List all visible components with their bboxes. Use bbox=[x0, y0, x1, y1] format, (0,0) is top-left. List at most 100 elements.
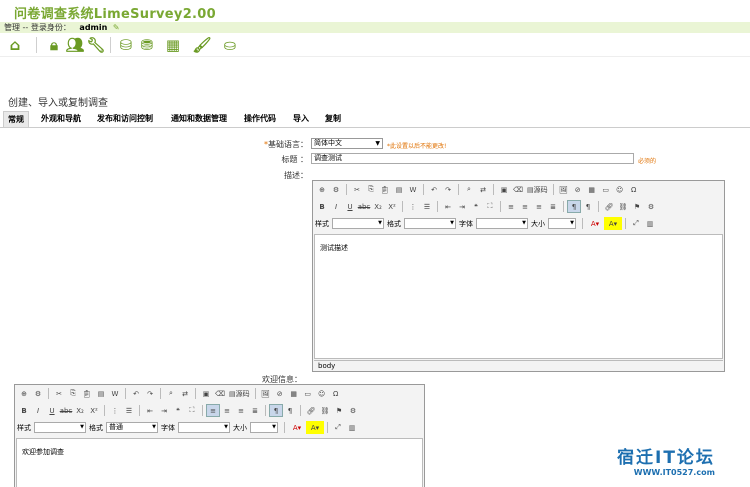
unlink-icon[interactable]: ⛓ bbox=[318, 404, 332, 417]
ltr-icon[interactable]: ¶ bbox=[567, 200, 581, 213]
cut-icon[interactable]: ✂ bbox=[350, 183, 364, 196]
home-icon[interactable]: ⌂ bbox=[6, 36, 24, 54]
size-select[interactable]: ▼ bbox=[548, 218, 576, 229]
base-language-select[interactable]: 简体中文 ▼ bbox=[311, 138, 383, 149]
align-right-icon[interactable]: ≡ bbox=[532, 200, 546, 213]
hr-icon[interactable]: ▭ bbox=[301, 387, 315, 400]
numbered-list-icon[interactable]: ⋮ bbox=[108, 404, 122, 417]
format-select[interactable]: 普通 ▼ bbox=[106, 422, 158, 433]
tab-publish[interactable]: 发布和访问控制 bbox=[93, 111, 157, 127]
superscript-icon[interactable]: X² bbox=[87, 404, 101, 417]
anchor-icon[interactable]: ⚑ bbox=[630, 200, 644, 213]
wrench-icon[interactable]: 🔧︎ bbox=[86, 36, 105, 54]
indent-icon[interactable]: ⇥ bbox=[157, 404, 171, 417]
smiley-icon[interactable]: ☺ bbox=[315, 387, 329, 400]
paste-icon[interactable]: 📋︎ bbox=[80, 387, 94, 400]
replace-icon[interactable]: ⇄ bbox=[476, 183, 490, 196]
tab-appearance[interactable]: 外观和导航 bbox=[37, 111, 85, 127]
bullet-list-icon[interactable]: ☰ bbox=[420, 200, 434, 213]
link-icon[interactable]: 🔗︎ bbox=[304, 404, 318, 417]
templates-icon[interactable]: ⚙ bbox=[329, 183, 343, 196]
paste-word-icon[interactable]: W bbox=[108, 387, 122, 400]
div-icon[interactable]: ⛶ bbox=[483, 200, 497, 213]
undo-icon[interactable]: ↶ bbox=[129, 387, 143, 400]
underline-icon[interactable]: U bbox=[45, 404, 59, 417]
indent-icon[interactable]: ⇥ bbox=[455, 200, 469, 213]
find-icon[interactable]: ⌕ bbox=[164, 387, 178, 400]
ltr-icon[interactable]: ¶ bbox=[269, 404, 283, 417]
bg-color-icon[interactable]: A▾ bbox=[604, 217, 622, 230]
justify-icon[interactable]: ≣ bbox=[248, 404, 262, 417]
templates-icon[interactable]: ⚙ bbox=[31, 387, 45, 400]
flash-icon[interactable]: ⊘ bbox=[273, 387, 287, 400]
hr-icon[interactable]: ▭ bbox=[599, 183, 613, 196]
font-combo[interactable]: 字体 ▼ bbox=[459, 218, 528, 229]
copy-icon[interactable]: ⎘ bbox=[66, 387, 80, 400]
settings-icon[interactable]: ⚙ bbox=[346, 404, 360, 417]
paste-text-icon[interactable]: ▤ bbox=[392, 183, 406, 196]
source-button[interactable]: ▤ 源码 bbox=[227, 387, 252, 400]
bold-icon[interactable]: B bbox=[17, 404, 31, 417]
size-combo[interactable]: 大小 ▼ bbox=[531, 218, 576, 229]
underline-icon[interactable]: U bbox=[343, 200, 357, 213]
tab-import[interactable]: 导入 bbox=[289, 111, 313, 127]
redo-icon[interactable]: ↷ bbox=[441, 183, 455, 196]
numbered-list-icon[interactable]: ⋮ bbox=[406, 200, 420, 213]
remove-format-icon[interactable]: ⌫ bbox=[511, 183, 525, 196]
superscript-icon[interactable]: X² bbox=[385, 200, 399, 213]
link-icon[interactable]: 🔗︎ bbox=[602, 200, 616, 213]
strike-icon[interactable]: abc bbox=[357, 200, 371, 213]
blockquote-icon[interactable]: ❝ bbox=[469, 200, 483, 213]
anchor-icon[interactable]: ⚑ bbox=[332, 404, 346, 417]
cut-icon[interactable]: ✂ bbox=[52, 387, 66, 400]
smiley-icon[interactable]: ☺ bbox=[613, 183, 627, 196]
div-icon[interactable]: ⛶ bbox=[185, 404, 199, 417]
justify-icon[interactable]: ≣ bbox=[546, 200, 560, 213]
rtl-icon[interactable]: ¶ bbox=[283, 404, 297, 417]
rtl-icon[interactable]: ¶ bbox=[581, 200, 595, 213]
bullet-list-icon[interactable]: ☰ bbox=[122, 404, 136, 417]
font-select[interactable]: ▼ bbox=[476, 218, 528, 229]
text-color-icon[interactable]: A▾ bbox=[288, 421, 306, 434]
edit-pen-icon[interactable]: ✎ bbox=[113, 23, 120, 32]
source-button[interactable]: ▤ 源码 bbox=[525, 183, 550, 196]
db-arrow-icon[interactable]: ⛀ bbox=[221, 36, 239, 54]
check-db-icon[interactable]: ⛁ bbox=[117, 36, 135, 54]
redo-icon[interactable]: ↷ bbox=[143, 387, 157, 400]
tab-copy[interactable]: 复制 bbox=[321, 111, 345, 127]
paste-word-icon[interactable]: W bbox=[406, 183, 420, 196]
undo-icon[interactable]: ↶ bbox=[427, 183, 441, 196]
style-combo[interactable]: 样式 ▼ bbox=[17, 422, 86, 433]
outdent-icon[interactable]: ⇤ bbox=[441, 200, 455, 213]
select-all-icon[interactable]: ▣ bbox=[199, 387, 213, 400]
remove-format-icon[interactable]: ⌫ bbox=[213, 387, 227, 400]
bold-icon[interactable]: B bbox=[315, 200, 329, 213]
description-content[interactable]: 测试描述 bbox=[314, 234, 723, 359]
font-combo[interactable]: 字体 ▼ bbox=[161, 422, 230, 433]
maximize-icon[interactable]: ⤢ bbox=[629, 217, 643, 230]
style-select[interactable]: ▼ bbox=[332, 218, 384, 229]
align-left-icon[interactable]: ≡ bbox=[504, 200, 518, 213]
image-icon[interactable]: 🖼︎ bbox=[557, 183, 571, 196]
tab-notification[interactable]: 通知和数据管理 bbox=[167, 111, 231, 127]
format-combo[interactable]: 格式 普通 ▼ bbox=[89, 422, 158, 433]
format-select[interactable]: ▼ bbox=[404, 218, 456, 229]
table-icon[interactable]: ▦ bbox=[287, 387, 301, 400]
title-input[interactable]: 调查测试 bbox=[311, 153, 634, 164]
format-combo[interactable]: 格式 ▼ bbox=[387, 218, 456, 229]
users-icon[interactable]: 👥︎ bbox=[65, 36, 84, 54]
align-center-icon[interactable]: ≡ bbox=[220, 404, 234, 417]
style-combo[interactable]: 样式 ▼ bbox=[315, 218, 384, 229]
special-char-icon[interactable]: Ω bbox=[627, 183, 641, 196]
copy-icon[interactable]: ⎘ bbox=[364, 183, 378, 196]
style-select[interactable]: ▼ bbox=[34, 422, 86, 433]
strike-icon[interactable]: abc bbox=[59, 404, 73, 417]
new-page-icon[interactable]: ⊕ bbox=[17, 387, 31, 400]
special-char-icon[interactable]: Ω bbox=[329, 387, 343, 400]
new-page-icon[interactable]: ⊕ bbox=[315, 183, 329, 196]
italic-icon[interactable]: I bbox=[329, 200, 343, 213]
text-color-icon[interactable]: A▾ bbox=[586, 217, 604, 230]
italic-icon[interactable]: I bbox=[31, 404, 45, 417]
subscript-icon[interactable]: X₂ bbox=[371, 200, 385, 213]
grid-icon[interactable]: ▦ bbox=[164, 36, 182, 54]
